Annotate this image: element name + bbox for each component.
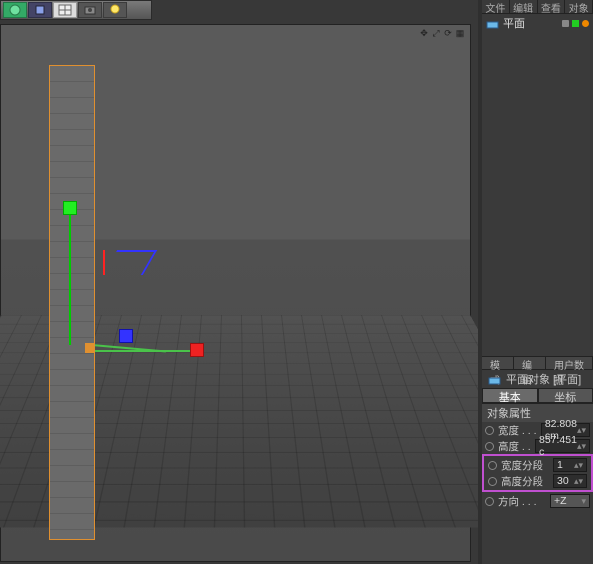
anim-dot[interactable] — [488, 477, 497, 486]
tab-objects[interactable]: 对象 — [565, 0, 593, 13]
spinner-icon[interactable]: ▴▾ — [577, 427, 586, 434]
tool-sphere-icon[interactable] — [3, 2, 27, 18]
highlight-annotation: 宽度分段 1▴▾ 高度分段 30▴▾ — [482, 454, 593, 492]
obj-manager-tabs: 文件 编辑 查看 对象 — [482, 0, 593, 14]
vp-zoom-icon[interactable]: ⤢ — [431, 28, 441, 38]
attr-tab-userdata[interactable]: 用户数据 — [546, 357, 593, 369]
tool-grid-icon[interactable] — [53, 2, 77, 18]
spinner-icon[interactable]: ▴▾ — [577, 443, 586, 450]
attr-tab2-coord[interactable]: 坐标 — [538, 388, 593, 403]
dropdown-icon[interactable]: ▾ — [581, 498, 586, 505]
plane-icon — [486, 17, 499, 30]
object-manager-empty — [482, 32, 593, 356]
visibility-editor-icon[interactable] — [562, 20, 569, 27]
prop-row-height-segments: 高度分段 30▴▾ — [485, 473, 590, 489]
tool-light-icon[interactable] — [103, 2, 127, 18]
prop-row-width-segments: 宽度分段 1▴▾ — [485, 457, 590, 473]
axis-x-line — [86, 350, 196, 352]
prop-row-height: 高度 . . 857.451 c▴▾ — [482, 438, 593, 454]
top-toolbar — [0, 0, 152, 20]
anim-dot[interactable] — [485, 497, 494, 506]
attr-tab-edit[interactable]: 编辑 — [514, 357, 546, 369]
vp-layout-icon[interactable]: ▦ — [455, 28, 465, 38]
vp-move-icon[interactable]: ✥ — [419, 28, 429, 38]
tab-view[interactable]: 查看 — [538, 0, 566, 13]
spinner-icon[interactable]: ▴▾ — [574, 478, 583, 485]
anim-dot[interactable] — [485, 442, 494, 451]
attr-section-tabs: 基本 坐标 — [482, 388, 593, 403]
enable-icon[interactable] — [582, 20, 589, 27]
tool-cube-icon[interactable] — [28, 2, 52, 18]
viewport[interactable]: ✥ ⤢ ⟳ ▦ — [0, 24, 471, 562]
gizmo-z-handle[interactable] — [119, 329, 133, 343]
object-name: 平面 — [503, 15, 525, 31]
gizmo-y-handle[interactable] — [63, 201, 77, 215]
tool-camera-icon[interactable] — [78, 2, 102, 18]
plane-object[interactable] — [49, 65, 95, 540]
hseg-field[interactable]: 30▴▾ — [553, 474, 587, 488]
right-panel: 文件 编辑 查看 对象 平面 模式 编辑 用户数据 平面对象 [平面] 基本 坐… — [478, 0, 593, 564]
gizmo-x-handle[interactable] — [190, 343, 204, 357]
vp-rotate-icon[interactable]: ⟳ — [443, 28, 453, 38]
anim-dot[interactable] — [485, 426, 494, 435]
width-label: 宽度 . . . — [498, 423, 537, 438]
viewport-nav-icons: ✥ ⤢ ⟳ ▦ — [419, 28, 465, 38]
anim-dot[interactable] — [488, 461, 497, 470]
attr-menu: 模式 编辑 用户数据 — [482, 356, 593, 370]
wseg-label: 宽度分段 — [501, 458, 549, 473]
tab-edit[interactable]: 编辑 — [510, 0, 538, 13]
height-label: 高度 . . — [498, 439, 531, 454]
object-list-row[interactable]: 平面 — [482, 14, 593, 32]
orient-field[interactable]: +Z▾ — [550, 494, 590, 508]
plane-icon — [488, 373, 501, 386]
height-field[interactable]: 857.451 c▴▾ — [535, 439, 590, 453]
attr-object-title: 平面对象 [平面] — [482, 370, 593, 388]
axis-y-line — [69, 205, 71, 345]
prop-row-orientation: 方向 . . . +Z▾ — [482, 493, 593, 509]
orient-label: 方向 . . . — [498, 494, 546, 509]
world-axis-widget — [100, 250, 150, 300]
gizmo-origin[interactable] — [85, 343, 95, 353]
attr-tab2-basic[interactable]: 基本 — [482, 388, 538, 403]
tab-file[interactable]: 文件 — [482, 0, 510, 13]
wseg-field[interactable]: 1▴▾ — [553, 458, 587, 472]
visibility-render-icon[interactable] — [572, 20, 579, 27]
hseg-label: 高度分段 — [501, 474, 549, 489]
attr-tab-mode[interactable]: 模式 — [482, 357, 514, 369]
spinner-icon[interactable]: ▴▾ — [574, 462, 583, 469]
